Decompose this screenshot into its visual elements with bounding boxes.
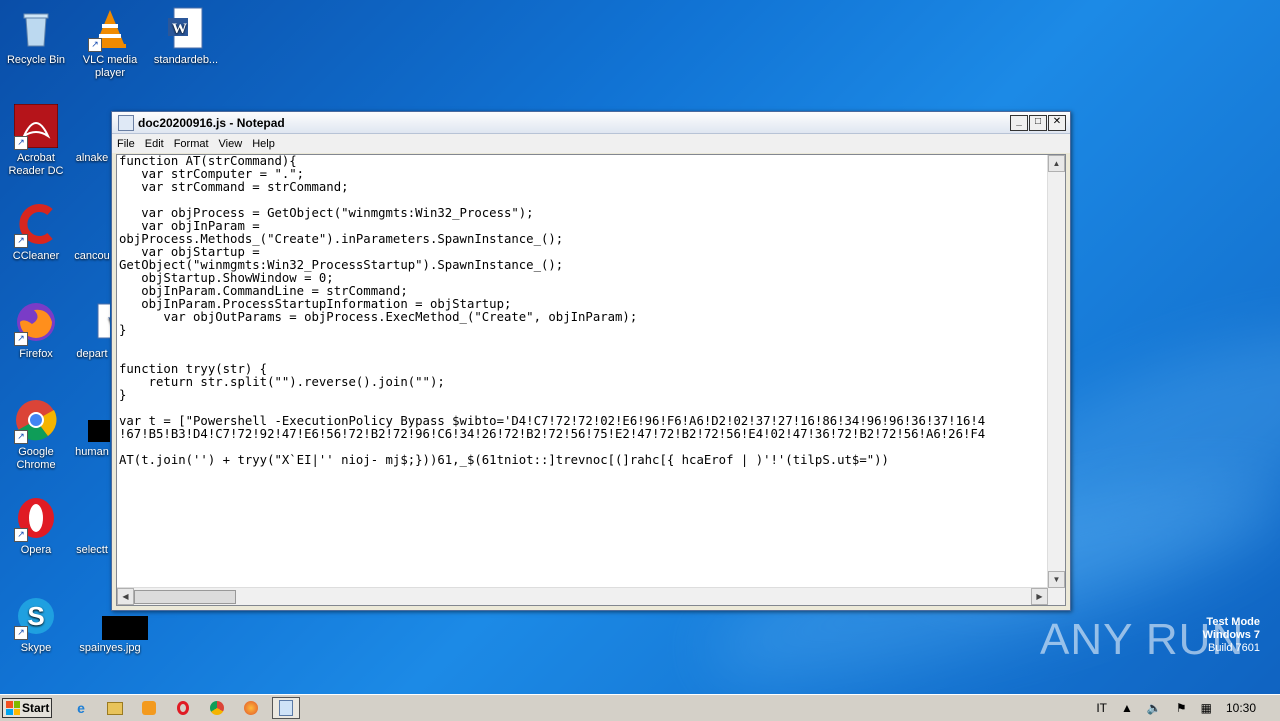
windows-flag-icon bbox=[6, 701, 20, 715]
start-label: Start bbox=[22, 701, 50, 715]
file-icon bbox=[74, 496, 110, 540]
scroll-up-button[interactable]: ▲ bbox=[1048, 155, 1065, 172]
desktop-icon-depart[interactable]: W depart bbox=[74, 300, 110, 361]
notepad-icon bbox=[279, 700, 293, 716]
close-button[interactable]: ✕ bbox=[1048, 114, 1066, 131]
scroll-left-button[interactable]: ◀ bbox=[117, 588, 134, 605]
word-document-icon: W bbox=[164, 6, 208, 50]
desktop-icon-chrome[interactable]: ↗ Google Chrome bbox=[0, 398, 72, 472]
ccleaner-icon: ↗ bbox=[14, 202, 58, 248]
menu-bar: File Edit Format View Help bbox=[112, 134, 1070, 153]
test-mode-text: Test Mode bbox=[1206, 616, 1260, 628]
desktop-icon-human[interactable]: human bbox=[74, 398, 110, 459]
language-indicator[interactable]: IT bbox=[1096, 701, 1107, 715]
desktop-icon-standardeb[interactable]: W standardeb... bbox=[150, 6, 222, 67]
media-player-icon[interactable] bbox=[138, 698, 160, 718]
firefox-icon: ↗ bbox=[14, 300, 58, 346]
window-title: doc20200916.js - Notepad bbox=[138, 115, 285, 130]
network-icon[interactable]: ▦ bbox=[1201, 701, 1212, 715]
skype-icon: S ↗ bbox=[14, 594, 58, 640]
file-icon bbox=[74, 202, 110, 246]
build-text: Build 7601 bbox=[1208, 642, 1260, 654]
shortcut-arrow-icon: ↗ bbox=[14, 430, 28, 444]
shortcut-arrow-icon: ↗ bbox=[14, 332, 28, 346]
desktop-icon-vlc[interactable]: ↗ VLC media player bbox=[74, 6, 146, 80]
word-document-icon: W bbox=[88, 300, 110, 344]
shortcut-arrow-icon: ↗ bbox=[14, 234, 28, 248]
start-button[interactable]: Start bbox=[2, 698, 52, 718]
desktop-icon-cancou[interactable]: cancou bbox=[74, 202, 110, 263]
notepad-window[interactable]: doc20200916.js - Notepad _ □ ✕ File Edit… bbox=[111, 111, 1071, 611]
desktop-icon-skype[interactable]: S ↗ Skype bbox=[0, 594, 72, 655]
windows-test-mode-watermark: Test Mode Windows 7 Build 7601 bbox=[1203, 616, 1260, 655]
menu-help[interactable]: Help bbox=[247, 138, 280, 150]
taskbar: Start e IT ▲ 🔈 ⚑ ▦ 10:30 bbox=[0, 694, 1280, 721]
text-editor[interactable]: function AT(strCommand){ var strComputer… bbox=[116, 154, 1066, 606]
horizontal-scrollbar[interactable]: ◀ ▶ bbox=[117, 587, 1048, 605]
image-icon bbox=[74, 398, 110, 442]
vlc-icon: ↗ bbox=[88, 6, 132, 52]
svg-text:W: W bbox=[172, 21, 187, 37]
desktop-icon-alnake[interactable]: alnake bbox=[74, 104, 110, 165]
shortcut-arrow-icon: ↗ bbox=[14, 626, 28, 640]
opera-icon: ↗ bbox=[14, 496, 58, 542]
desktop-icon-ccleaner[interactable]: ↗ CCleaner bbox=[0, 202, 72, 263]
desktop-icon-selectt[interactable]: selectt bbox=[74, 496, 110, 557]
shortcut-arrow-icon: ↗ bbox=[88, 38, 102, 52]
recycle-bin-icon bbox=[14, 6, 58, 50]
minimize-button[interactable]: _ bbox=[1010, 114, 1028, 131]
desktop-icon-firefox[interactable]: ↗ Firefox bbox=[0, 300, 72, 361]
explorer-icon[interactable] bbox=[104, 698, 126, 718]
editor-content[interactable]: function AT(strCommand){ var strComputer… bbox=[119, 155, 1047, 587]
windows-version-text: Windows 7 bbox=[1202, 629, 1260, 641]
svg-text:W: W bbox=[108, 315, 110, 332]
scroll-down-button[interactable]: ▼ bbox=[1048, 571, 1065, 588]
notepad-taskbar-button[interactable] bbox=[272, 697, 300, 719]
firefox-icon[interactable] bbox=[240, 698, 262, 718]
action-center-flag-icon[interactable]: ⚑ bbox=[1176, 701, 1187, 715]
clock[interactable]: 10:30 bbox=[1226, 701, 1256, 715]
scroll-right-button[interactable]: ▶ bbox=[1031, 588, 1048, 605]
maximize-button[interactable]: □ bbox=[1029, 114, 1047, 131]
ie-icon[interactable]: e bbox=[70, 698, 92, 718]
acrobat-icon: ↗ bbox=[13, 103, 59, 150]
menu-format[interactable]: Format bbox=[169, 138, 214, 150]
volume-icon[interactable]: 🔈 bbox=[1147, 701, 1162, 715]
scrollbar-corner bbox=[1048, 588, 1065, 605]
chrome-icon[interactable] bbox=[206, 698, 228, 718]
file-icon bbox=[74, 104, 110, 148]
chrome-icon: ↗ bbox=[14, 398, 58, 444]
vertical-scrollbar[interactable]: ▲ ▼ bbox=[1047, 155, 1065, 588]
desktop-icon-opera[interactable]: ↗ Opera bbox=[0, 496, 72, 557]
menu-edit[interactable]: Edit bbox=[140, 138, 169, 150]
desktop-icon-recycle-bin[interactable]: Recycle Bin bbox=[0, 6, 72, 67]
menu-file[interactable]: File bbox=[112, 138, 140, 150]
desktop-icon-acrobat[interactable]: ↗ Acrobat Reader DC bbox=[0, 103, 72, 178]
svg-text:S: S bbox=[27, 601, 44, 631]
system-tray: IT ▲ 🔈 ⚑ ▦ 10:30 bbox=[1096, 701, 1256, 715]
notepad-icon bbox=[118, 114, 134, 131]
tray-arrow-icon[interactable]: ▲ bbox=[1121, 701, 1133, 715]
horizontal-scroll-thumb[interactable] bbox=[134, 590, 236, 604]
shortcut-arrow-icon: ↗ bbox=[14, 136, 28, 150]
menu-view[interactable]: View bbox=[214, 138, 248, 150]
shortcut-arrow-icon: ↗ bbox=[14, 528, 28, 542]
opera-icon[interactable] bbox=[172, 698, 194, 718]
title-bar[interactable]: doc20200916.js - Notepad _ □ ✕ bbox=[112, 112, 1070, 134]
